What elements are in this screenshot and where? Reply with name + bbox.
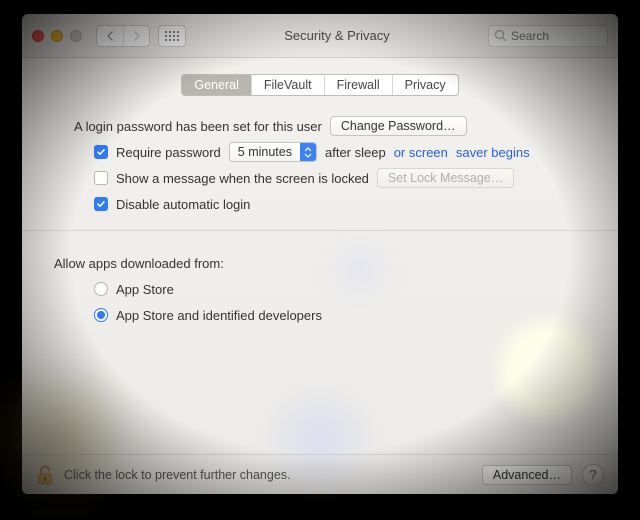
require-password-checkbox[interactable]	[94, 145, 108, 159]
gatekeeper-radio-appstore[interactable]	[94, 282, 108, 296]
footer-bar: Click the lock to prevent further change…	[22, 454, 618, 494]
nav-back-forward	[96, 25, 150, 47]
gatekeeper-heading: Allow apps downloaded from:	[54, 256, 224, 271]
gatekeeper-option-appstore-label: App Store	[116, 282, 174, 297]
close-window-button[interactable]	[32, 30, 44, 42]
titlebar: Security & Privacy	[22, 14, 618, 58]
set-lock-message-button: Set Lock Message…	[377, 168, 514, 188]
gatekeeper-option-appstore-row: App Store	[74, 277, 586, 301]
gatekeeper-section: Allow apps downloaded from: App Store Ap…	[44, 251, 596, 327]
login-password-heading: A login password has been set for this u…	[74, 119, 322, 134]
login-section: A login password has been set for this u…	[44, 114, 596, 216]
preferences-window: Security & Privacy General FileVault Fir…	[22, 14, 618, 494]
back-button[interactable]	[97, 26, 123, 46]
lock-open-icon	[36, 464, 54, 486]
help-button[interactable]: ?	[582, 464, 604, 486]
require-password-row: Require password 5 minutes after sleep o…	[74, 140, 586, 164]
tab-privacy[interactable]: Privacy	[392, 75, 458, 95]
search-icon	[494, 29, 507, 42]
show-message-row: Show a message when the screen is locked…	[74, 166, 586, 190]
window-controls	[32, 30, 82, 42]
forward-button[interactable]	[123, 26, 149, 46]
lock-button[interactable]	[36, 464, 54, 486]
show-message-label: Show a message when the screen is locked	[116, 171, 369, 186]
show-all-button[interactable]	[158, 25, 186, 47]
require-password-after-2: or screen	[394, 145, 448, 160]
minimize-window-button[interactable]	[51, 30, 63, 42]
lock-message: Click the lock to prevent further change…	[64, 468, 291, 482]
tab-bar: General FileVault Firewall Privacy	[181, 74, 458, 96]
login-password-row: A login password has been set for this u…	[74, 114, 586, 138]
require-password-after-1: after sleep	[325, 145, 386, 160]
disable-auto-login-label: Disable automatic login	[116, 197, 250, 212]
advanced-button[interactable]: Advanced…	[482, 465, 572, 485]
require-password-label: Require password	[116, 145, 221, 160]
screen-saver-link[interactable]: saver begins	[456, 145, 530, 160]
tab-filevault[interactable]: FileVault	[251, 75, 324, 95]
gatekeeper-option-identified-label: App Store and identified developers	[116, 308, 322, 323]
chevron-right-icon	[133, 31, 141, 41]
tab-general[interactable]: General	[182, 75, 250, 95]
gatekeeper-radio-identified[interactable]	[94, 308, 108, 322]
stepper-icon	[300, 143, 316, 161]
window-title: Security & Privacy	[194, 28, 480, 43]
grid-icon	[165, 31, 179, 41]
content-area: General FileVault Firewall Privacy A log…	[22, 58, 618, 454]
require-password-delay-value: 5 minutes	[230, 145, 300, 159]
show-message-checkbox[interactable]	[94, 171, 108, 185]
disable-auto-login-row: Disable automatic login	[74, 192, 586, 216]
change-password-button[interactable]: Change Password…	[330, 116, 467, 136]
zoom-window-button[interactable]	[70, 30, 82, 42]
tab-firewall[interactable]: Firewall	[324, 75, 392, 95]
require-password-delay-select[interactable]: 5 minutes	[229, 142, 317, 162]
search-field-wrap	[488, 25, 608, 47]
disable-auto-login-checkbox[interactable]	[94, 197, 108, 211]
section-divider	[22, 230, 618, 231]
chevron-left-icon	[106, 31, 114, 41]
tab-bar-wrap: General FileVault Firewall Privacy	[44, 74, 596, 96]
gatekeeper-option-identified-row: App Store and identified developers	[74, 303, 586, 327]
